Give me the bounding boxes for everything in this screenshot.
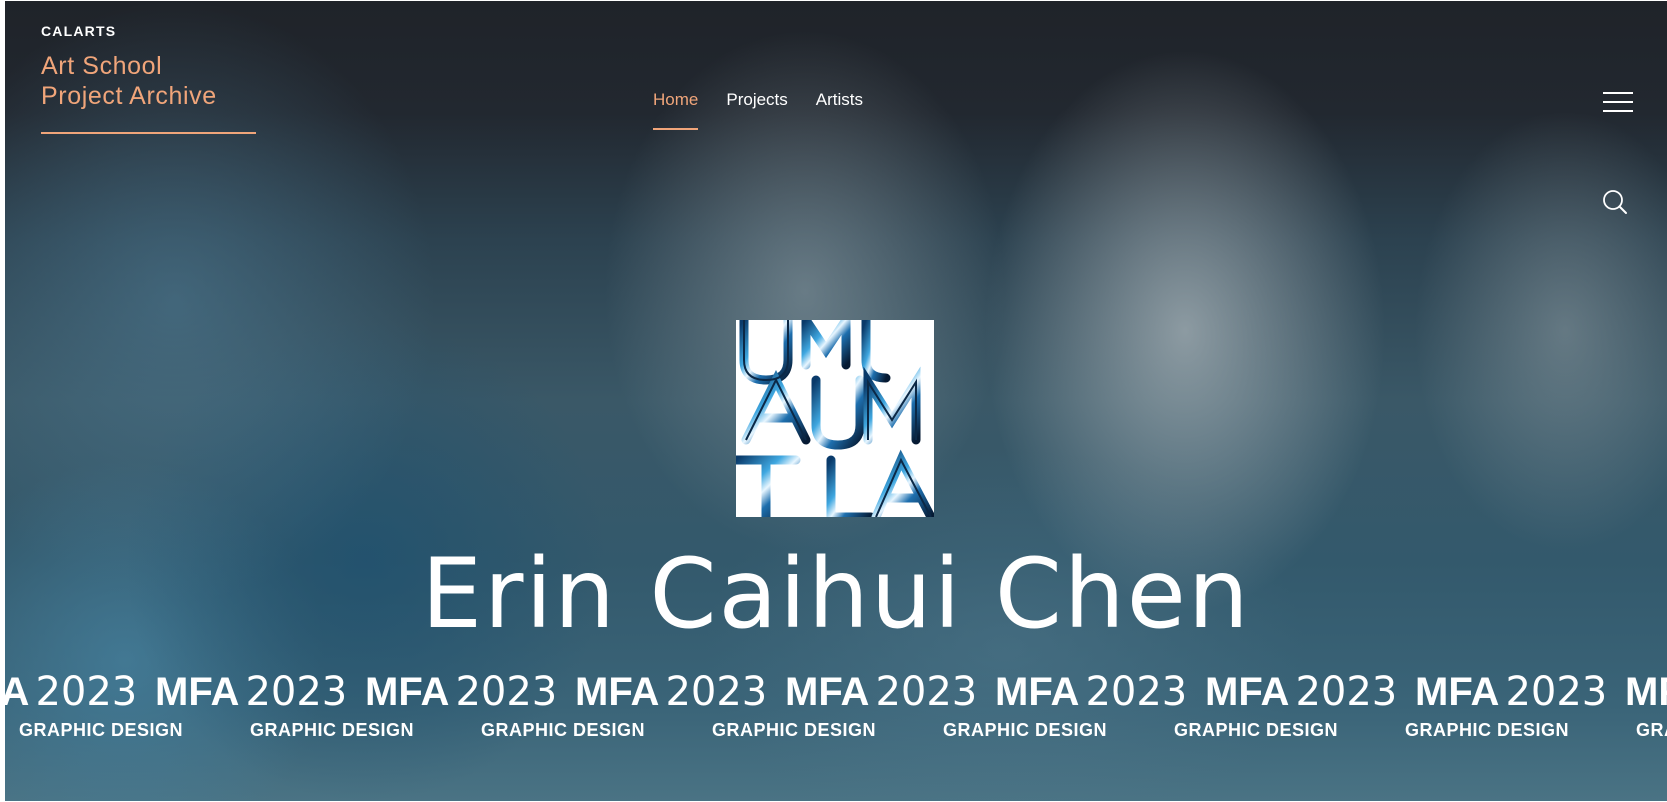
ticker-item: MFA2023	[575, 669, 768, 715]
nav-item-projects[interactable]: Projects	[726, 90, 787, 130]
ticker-item: MFA2023	[995, 669, 1188, 715]
ticker-program-label: GRAPHIC DESIGN	[943, 720, 1108, 740]
ticker-item: MFA2023	[365, 669, 558, 715]
ticker-item: MFA2023	[5, 669, 138, 715]
site-title-line-1: Art School	[41, 52, 163, 80]
ticker-item: MFA2023	[1415, 669, 1608, 715]
ticker-program-label: GRAPHIC DESIGN	[1405, 720, 1570, 740]
site-title-underline	[41, 132, 256, 134]
ticker-program-label: GRAPHIC DESIGN	[1174, 720, 1339, 740]
main-nav: Home Projects Artists	[653, 90, 863, 130]
search-icon[interactable]	[1601, 188, 1629, 216]
program-ticker: GRAPHIC DESIGN GRAPHIC DESIGN GRAPHIC DESI…	[19, 720, 1667, 741]
project-thumbnail[interactable]	[736, 320, 934, 517]
ticker-item: MFA2023	[785, 669, 978, 715]
hero-background: CALARTS Art School Project Archive Home …	[5, 1, 1667, 801]
brand-kicker: CALARTS	[41, 23, 117, 39]
ticker-program-label: GRAPHIC DESIGN	[1636, 720, 1667, 740]
ticker-item: MFA2023	[1205, 669, 1398, 715]
nav-item-home[interactable]: Home	[653, 90, 699, 130]
hamburger-menu-icon[interactable]	[1603, 92, 1635, 114]
chrome-letterform-artwork	[736, 320, 934, 517]
ticker-program-label: GRAPHIC DESIGN	[250, 720, 415, 740]
degree-ticker: MFA2023 MFA2023 MFA2023 MFA2023 MFA2023 MFA20…	[5, 669, 1667, 715]
site-title-line-2: Project Archive	[41, 82, 217, 110]
ticker-item: MFA2023	[1625, 670, 1667, 714]
ticker-program-label: GRAPHIC DESIGN	[481, 720, 646, 740]
artist-name: Erin Caihui Chen	[421, 538, 1251, 650]
ticker-program-label: GRAPHIC DESIGN	[712, 720, 877, 740]
site-title-link[interactable]: Art School Project Archive	[41, 51, 271, 111]
nav-item-artists[interactable]: Artists	[816, 90, 863, 130]
ticker-item: MFA2023	[155, 669, 348, 715]
ticker-program-label: GRAPHIC DESIGN	[19, 720, 184, 740]
